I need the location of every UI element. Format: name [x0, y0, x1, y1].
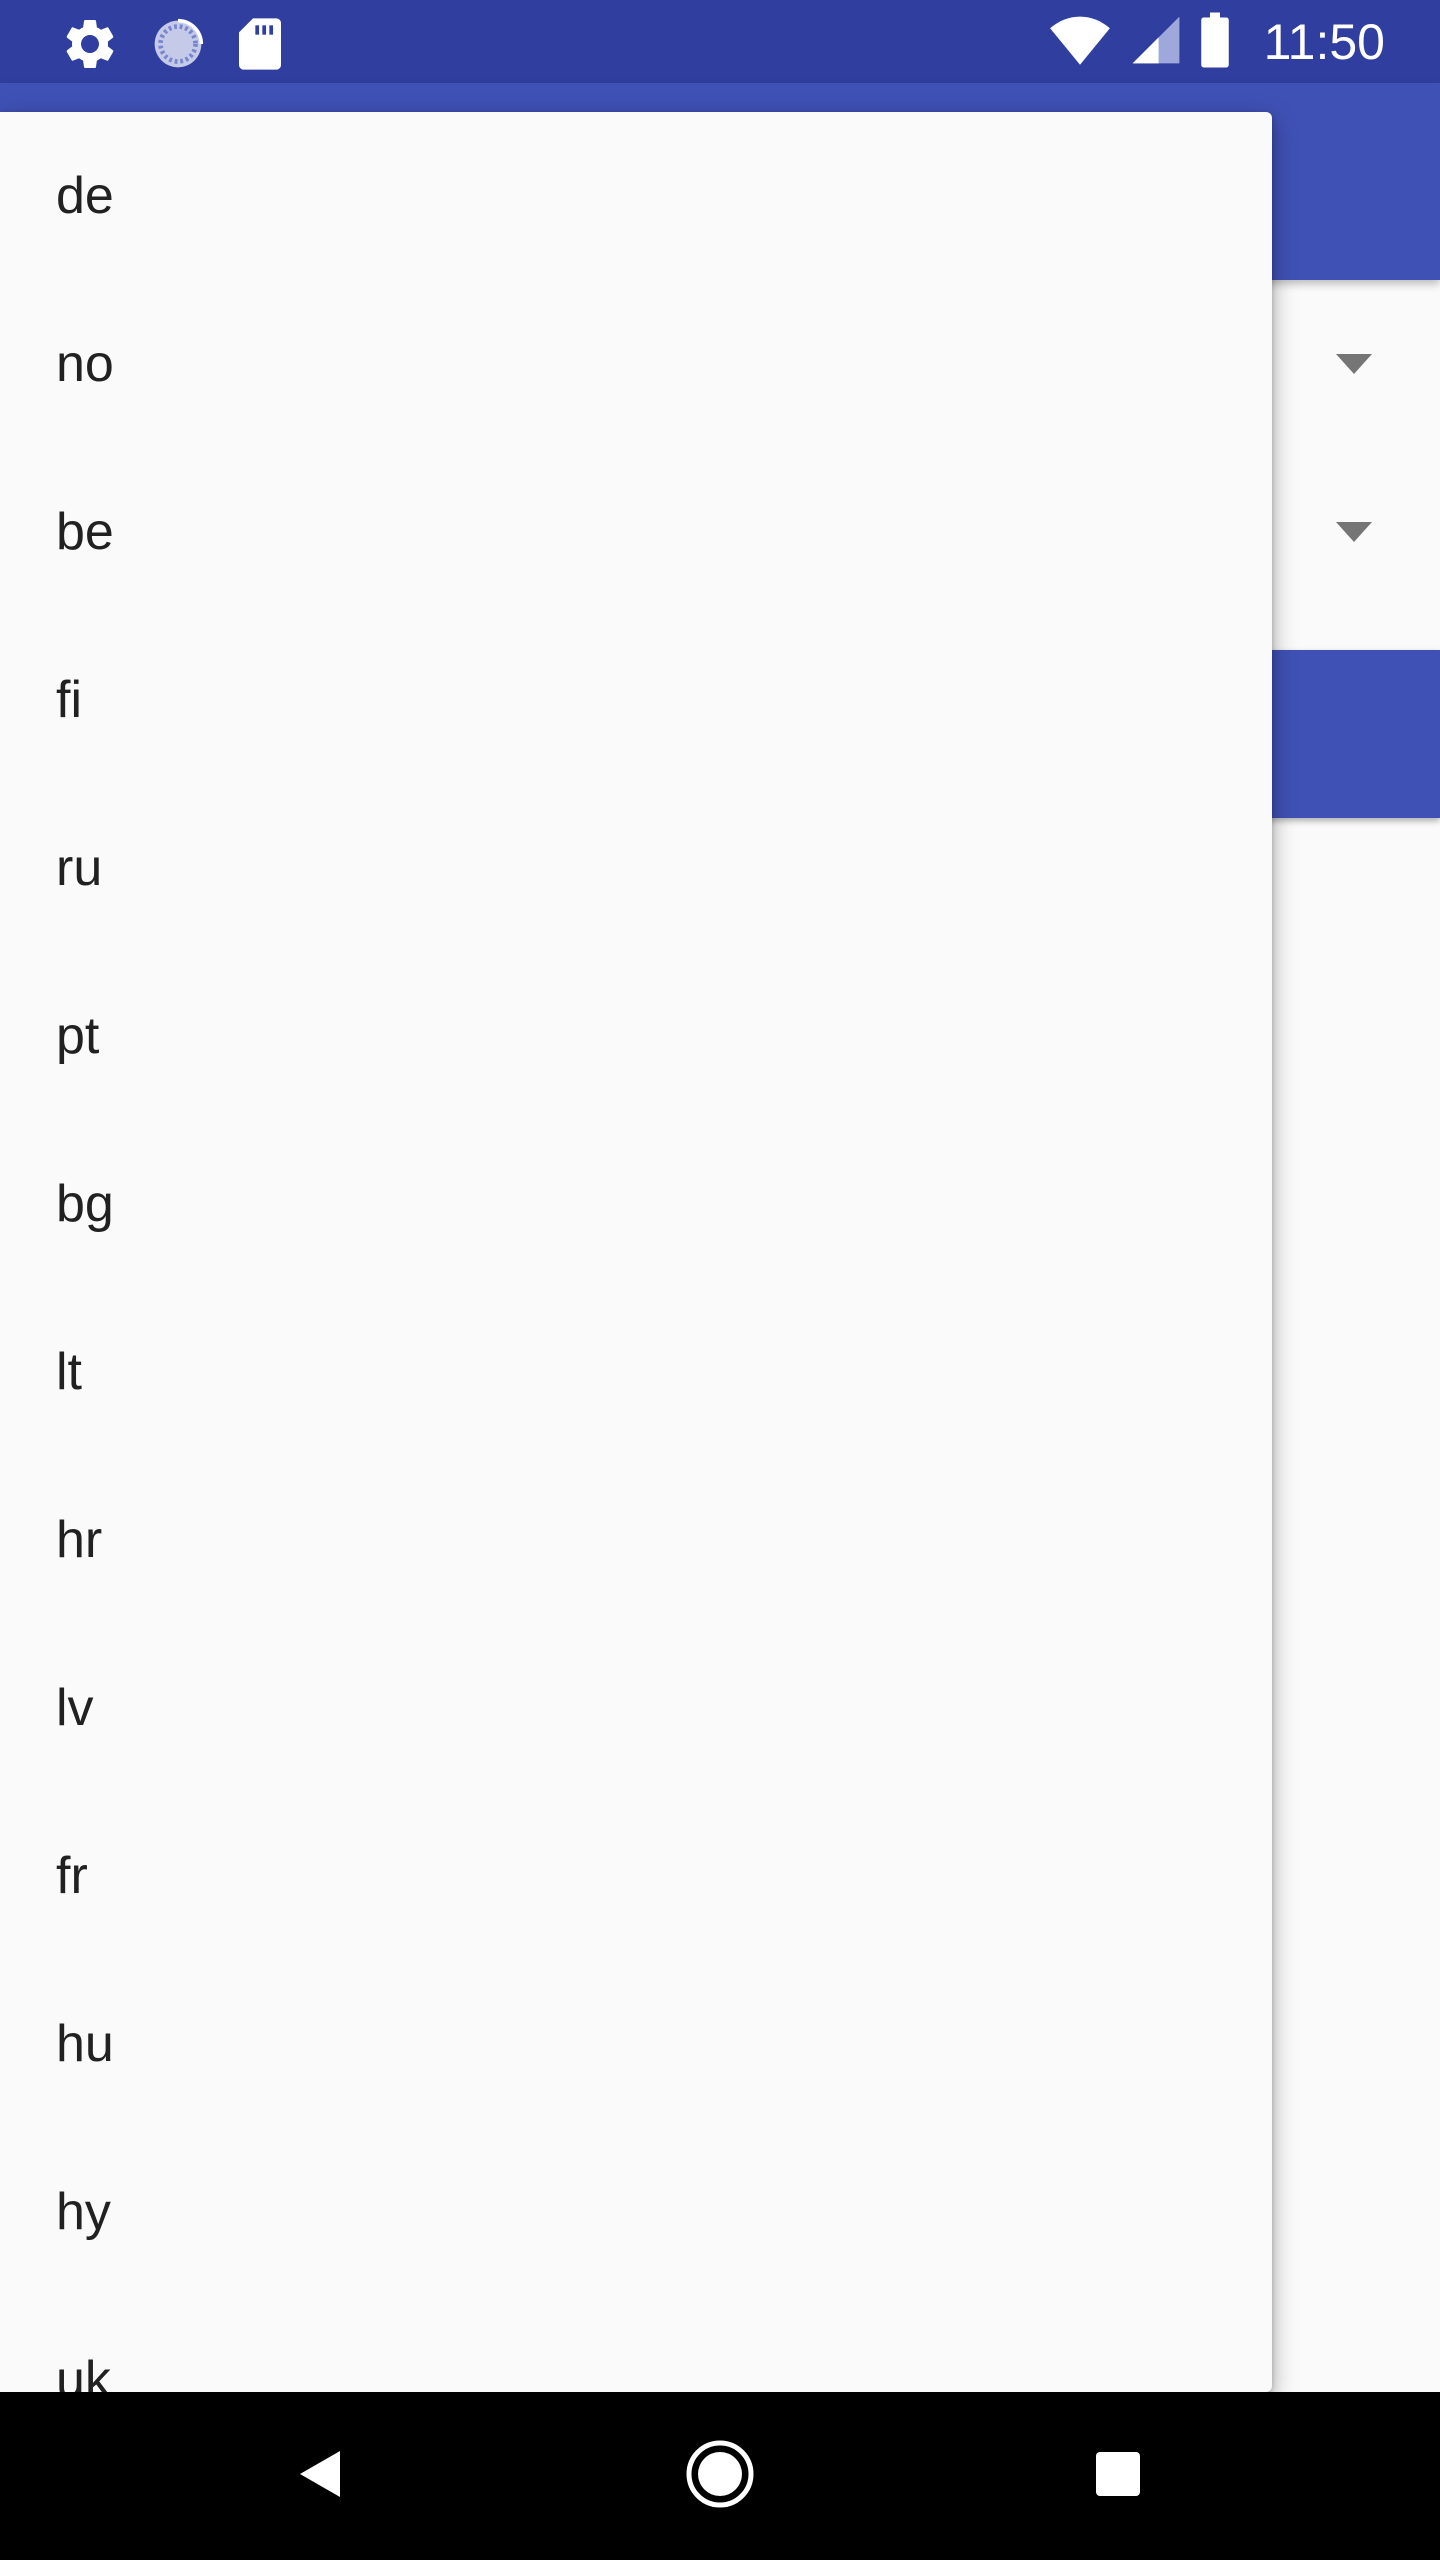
status-clock: 11:50	[1263, 14, 1385, 70]
dropdown-item-label: lt	[56, 1343, 82, 1401]
dropdown-item-fr[interactable]: fr	[0, 1792, 1272, 1960]
dropdown-item-lt[interactable]: lt	[0, 1288, 1272, 1456]
language-dropdown-list[interactable]: de no be fi ru pt bg lt hr lv fr hu hy u…	[0, 112, 1272, 2392]
status-right-icons: 11:50	[1048, 10, 1385, 74]
dropdown-item-ru[interactable]: ru	[0, 784, 1272, 952]
dropdown-item-label: uk	[56, 2351, 111, 2392]
dropdown-item-pt[interactable]: pt	[0, 952, 1272, 1120]
dropdown-item-uk[interactable]: uk	[0, 2296, 1272, 2392]
dropdown-item-hu[interactable]: hu	[0, 1960, 1272, 2128]
battery-icon	[1200, 12, 1230, 73]
dropdown-item-label: bg	[56, 1175, 114, 1233]
dropdown-item-de[interactable]: de	[0, 112, 1272, 280]
dropdown-item-label: be	[56, 503, 114, 561]
home-icon	[685, 2439, 755, 2514]
screen: 11:50 de no be fi ru pt bg lt hr lv fr h…	[0, 0, 1440, 2560]
settings-icon	[60, 14, 120, 79]
sd-card-icon	[236, 16, 284, 77]
dropdown-item-label: hu	[56, 2015, 114, 2073]
sync-icon	[150, 16, 206, 77]
dropdown-item-label: fi	[56, 671, 82, 729]
dropdown-item-label: de	[56, 167, 114, 225]
recents-button[interactable]	[1068, 2426, 1168, 2526]
recents-icon	[1095, 2451, 1141, 2502]
status-left-icons	[60, 14, 284, 79]
back-button[interactable]	[270, 2426, 370, 2526]
status-bar: 11:50	[0, 0, 1440, 83]
dropdown-item-label: hy	[56, 2183, 111, 2241]
back-icon	[298, 2449, 342, 2504]
dropdown-item-label: lv	[56, 1679, 94, 1737]
home-button[interactable]	[670, 2426, 770, 2526]
wifi-icon	[1048, 14, 1112, 71]
dropdown-item-bg[interactable]: bg	[0, 1120, 1272, 1288]
dropdown-item-fi[interactable]: fi	[0, 616, 1272, 784]
dropdown-item-lv[interactable]: lv	[0, 1624, 1272, 1792]
dropdown-item-hr[interactable]: hr	[0, 1456, 1272, 1624]
dropdown-item-be[interactable]: be	[0, 448, 1272, 616]
dropdown-item-label: hr	[56, 1511, 103, 1569]
dropdown-arrow-icon	[1336, 522, 1372, 547]
dropdown-item-hy[interactable]: hy	[0, 2128, 1272, 2296]
dropdown-item-label: ru	[56, 839, 103, 897]
dropdown-arrow-icon	[1336, 354, 1372, 379]
dropdown-item-label: fr	[56, 1847, 88, 1905]
dropdown-item-label: no	[56, 335, 114, 393]
dropdown-item-label: pt	[56, 1007, 100, 1065]
dropdown-item-no[interactable]: no	[0, 280, 1272, 448]
cellular-signal-icon	[1130, 14, 1182, 71]
navigation-bar	[0, 2392, 1440, 2560]
